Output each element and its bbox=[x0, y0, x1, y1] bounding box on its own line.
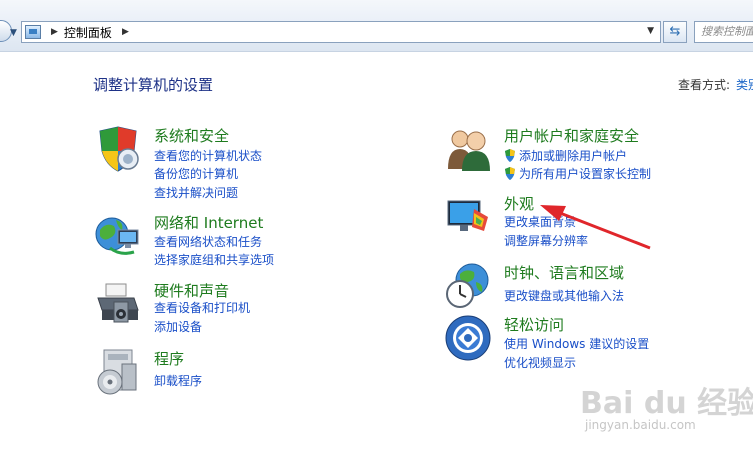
page-title: 调整计算机的设置 bbox=[93, 76, 214, 94]
category-title-system-security[interactable]: 系统和安全 bbox=[154, 125, 229, 146]
link-view-computer-status[interactable]: 查看您的计算机状态 bbox=[154, 147, 262, 164]
category-title-user-accounts[interactable]: 用户帐户和家庭安全 bbox=[504, 125, 639, 146]
category-title-clock[interactable]: 时钟、语言和区域 bbox=[504, 262, 624, 283]
search-input[interactable]: 搜索控制面板 bbox=[694, 21, 753, 43]
link-optimize-video[interactable]: 优化视频显示 bbox=[504, 354, 576, 371]
link-view-network-status[interactable]: 查看网络状态和任务 bbox=[154, 233, 262, 250]
link-change-keyboard[interactable]: 更改键盘或其他输入法 bbox=[504, 287, 624, 304]
network-icon[interactable] bbox=[94, 212, 142, 260]
users-icon[interactable] bbox=[444, 125, 492, 173]
refresh-icon: ⇆ bbox=[669, 24, 681, 39]
watermark-logo: Bai du 经验 bbox=[580, 386, 753, 421]
link-adjust-resolution[interactable]: 调整屏幕分辨率 bbox=[504, 232, 588, 249]
recent-pages-chevron-icon[interactable]: ▼ bbox=[10, 28, 17, 38]
category-title-hardware[interactable]: 硬件和声音 bbox=[154, 280, 229, 301]
breadcrumb-chevron-icon[interactable]: ▶ bbox=[51, 27, 58, 37]
address-bar[interactable]: ▶ 控制面板 ▶ ▼ bbox=[21, 21, 661, 43]
address-dropdown-icon[interactable]: ▼ bbox=[647, 26, 654, 36]
view-by: 查看方式: 类别 bbox=[678, 76, 753, 93]
watermark-url: jingyan.baidu.com bbox=[585, 418, 696, 432]
link-change-desktop-background[interactable]: 更改桌面背景 bbox=[504, 213, 576, 230]
clock-globe-icon[interactable] bbox=[444, 262, 492, 310]
link-add-device[interactable]: 添加设备 bbox=[154, 318, 202, 335]
link-troubleshoot[interactable]: 查找并解决问题 bbox=[154, 184, 238, 201]
uac-shield-icon bbox=[505, 149, 515, 162]
uac-shield-icon bbox=[505, 167, 515, 180]
breadcrumb-chevron-icon[interactable]: ▶ bbox=[122, 27, 129, 37]
link-parental-controls-label[interactable]: 为所有用户设置家长控制 bbox=[519, 167, 651, 181]
link-add-remove-accounts-label[interactable]: 添加或删除用户帐户 bbox=[519, 149, 627, 163]
programs-icon[interactable] bbox=[94, 348, 142, 396]
link-windows-recommended[interactable]: 使用 Windows 建议的设置 bbox=[504, 335, 649, 352]
category-title-ease[interactable]: 轻松访问 bbox=[504, 314, 564, 335]
printer-icon[interactable] bbox=[94, 280, 142, 328]
category-title-network[interactable]: 网络和 Internet bbox=[154, 212, 263, 233]
link-backup-computer[interactable]: 备份您的计算机 bbox=[154, 165, 238, 182]
link-parental-controls[interactable]: 为所有用户设置家长控制 bbox=[504, 165, 651, 182]
refresh-button[interactable]: ⇆ bbox=[663, 21, 687, 43]
link-add-remove-accounts[interactable]: 添加或删除用户帐户 bbox=[504, 147, 627, 164]
breadcrumb-control-panel[interactable]: 控制面板 bbox=[64, 24, 112, 41]
category-title-programs[interactable]: 程序 bbox=[154, 348, 184, 369]
address-toolbar: ▼ ▶ 控制面板 ▶ ▼ ⇆ 搜索控制面板 bbox=[0, 0, 753, 52]
view-by-dropdown[interactable]: 类别 bbox=[736, 78, 753, 92]
category-title-appearance[interactable]: 外观 bbox=[504, 193, 534, 214]
control-panel-icon bbox=[25, 25, 41, 39]
link-homegroup-sharing[interactable]: 选择家庭组和共享选项 bbox=[154, 251, 274, 268]
link-uninstall-program[interactable]: 卸载程序 bbox=[154, 372, 202, 389]
view-by-label: 查看方式: bbox=[678, 78, 731, 92]
link-devices-printers[interactable]: 查看设备和打印机 bbox=[154, 299, 250, 316]
appearance-icon[interactable] bbox=[444, 193, 492, 241]
shield-icon[interactable] bbox=[94, 125, 142, 173]
ease-of-access-icon[interactable] bbox=[444, 314, 492, 362]
